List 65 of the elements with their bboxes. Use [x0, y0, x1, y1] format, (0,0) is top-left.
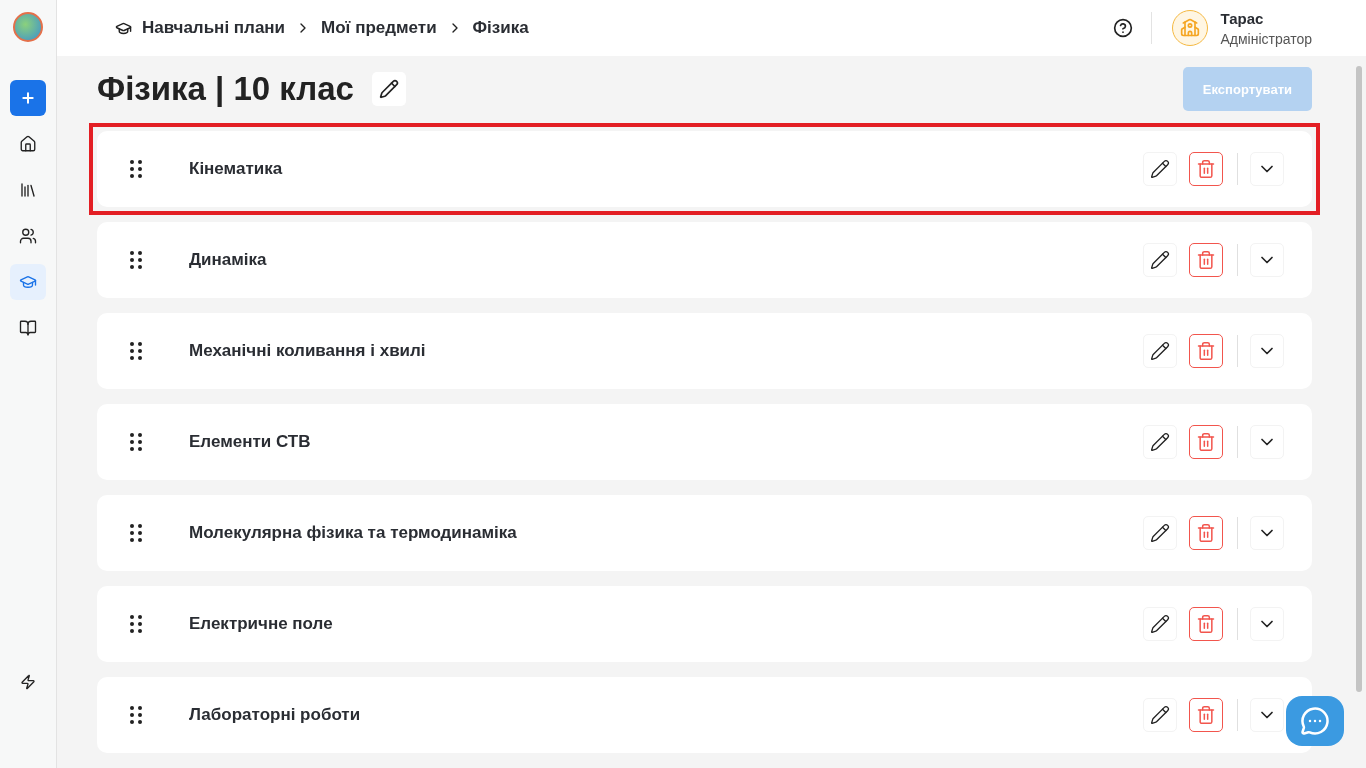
topic-name: Електричне поле [189, 614, 334, 634]
topic-name: Динаміка [189, 250, 268, 270]
delete-button[interactable] [1189, 698, 1223, 732]
delete-button[interactable] [1189, 516, 1223, 550]
help-icon[interactable] [1113, 18, 1134, 38]
trash-icon [1196, 705, 1216, 725]
topic-name: Лабораторні роботи [189, 705, 362, 725]
topic-name: Кінематика [189, 159, 284, 179]
delete-button[interactable] [1189, 243, 1223, 277]
breadcrumb-link[interactable]: Навчальні плани [142, 18, 286, 38]
pencil-icon [1150, 523, 1170, 543]
topic-name: Елементи СТВ [189, 432, 312, 452]
library-icon [19, 181, 37, 199]
edit-button[interactable] [1143, 516, 1177, 550]
pencil-icon [1150, 432, 1170, 452]
edit-button[interactable] [1143, 607, 1177, 641]
breadcrumb-link[interactable]: Мої предмети [321, 18, 437, 38]
user-role: Адміністратор [1220, 30, 1312, 47]
trash-icon [1196, 159, 1216, 179]
pencil-icon [1150, 250, 1170, 270]
edit-button[interactable] [1143, 698, 1177, 732]
drag-handle-icon[interactable] [129, 614, 143, 634]
trash-icon [1196, 432, 1216, 452]
edit-button[interactable] [1143, 425, 1177, 459]
delete-button[interactable] [1189, 425, 1223, 459]
pencil-icon [378, 79, 399, 99]
delete-button[interactable] [1189, 607, 1223, 641]
breadcrumb-link[interactable]: Фізика [472, 18, 529, 38]
drag-handle-icon[interactable] [129, 523, 143, 543]
edit-title-button[interactable] [371, 72, 406, 106]
trash-icon [1196, 614, 1216, 634]
edit-button[interactable] [1143, 334, 1177, 368]
app-logo[interactable] [13, 12, 43, 42]
chat-button[interactable] [1286, 696, 1344, 746]
drag-handle-icon[interactable] [129, 250, 143, 270]
courses-icon [19, 273, 37, 291]
trash-icon [1196, 341, 1216, 361]
lightning-icon[interactable] [20, 674, 36, 690]
users-icon [19, 227, 37, 245]
pencil-icon [1150, 159, 1170, 179]
drag-handle-icon[interactable] [129, 341, 143, 361]
school-icon [1180, 18, 1201, 38]
pencil-icon [1150, 341, 1170, 361]
courses-nav-button[interactable] [10, 264, 46, 300]
edit-button[interactable] [1143, 243, 1177, 277]
trash-icon [1196, 523, 1216, 543]
add-button[interactable] [10, 80, 46, 116]
home-icon [19, 135, 37, 153]
chat-bubble-icon [1300, 706, 1330, 736]
scrollbar[interactable] [1356, 66, 1362, 692]
plus-icon [20, 90, 36, 106]
drag-handle-icon[interactable] [129, 705, 143, 725]
pencil-icon [1150, 705, 1170, 725]
drag-handle-icon[interactable] [129, 432, 143, 452]
page-title: Фізика | 10 клас [97, 70, 354, 108]
topic-name: Механічні коливання і хвилі [189, 341, 427, 361]
drag-handle-icon[interactable] [129, 159, 143, 179]
trash-icon [1196, 250, 1216, 270]
pencil-icon [1150, 614, 1170, 634]
topic-name: Молекулярна фізика та термодинаміка [189, 523, 518, 543]
user-name: Тарас [1220, 9, 1265, 27]
delete-button[interactable] [1189, 334, 1223, 368]
journal-icon [19, 319, 37, 337]
delete-button[interactable] [1189, 152, 1223, 186]
edit-button[interactable] [1143, 152, 1177, 186]
